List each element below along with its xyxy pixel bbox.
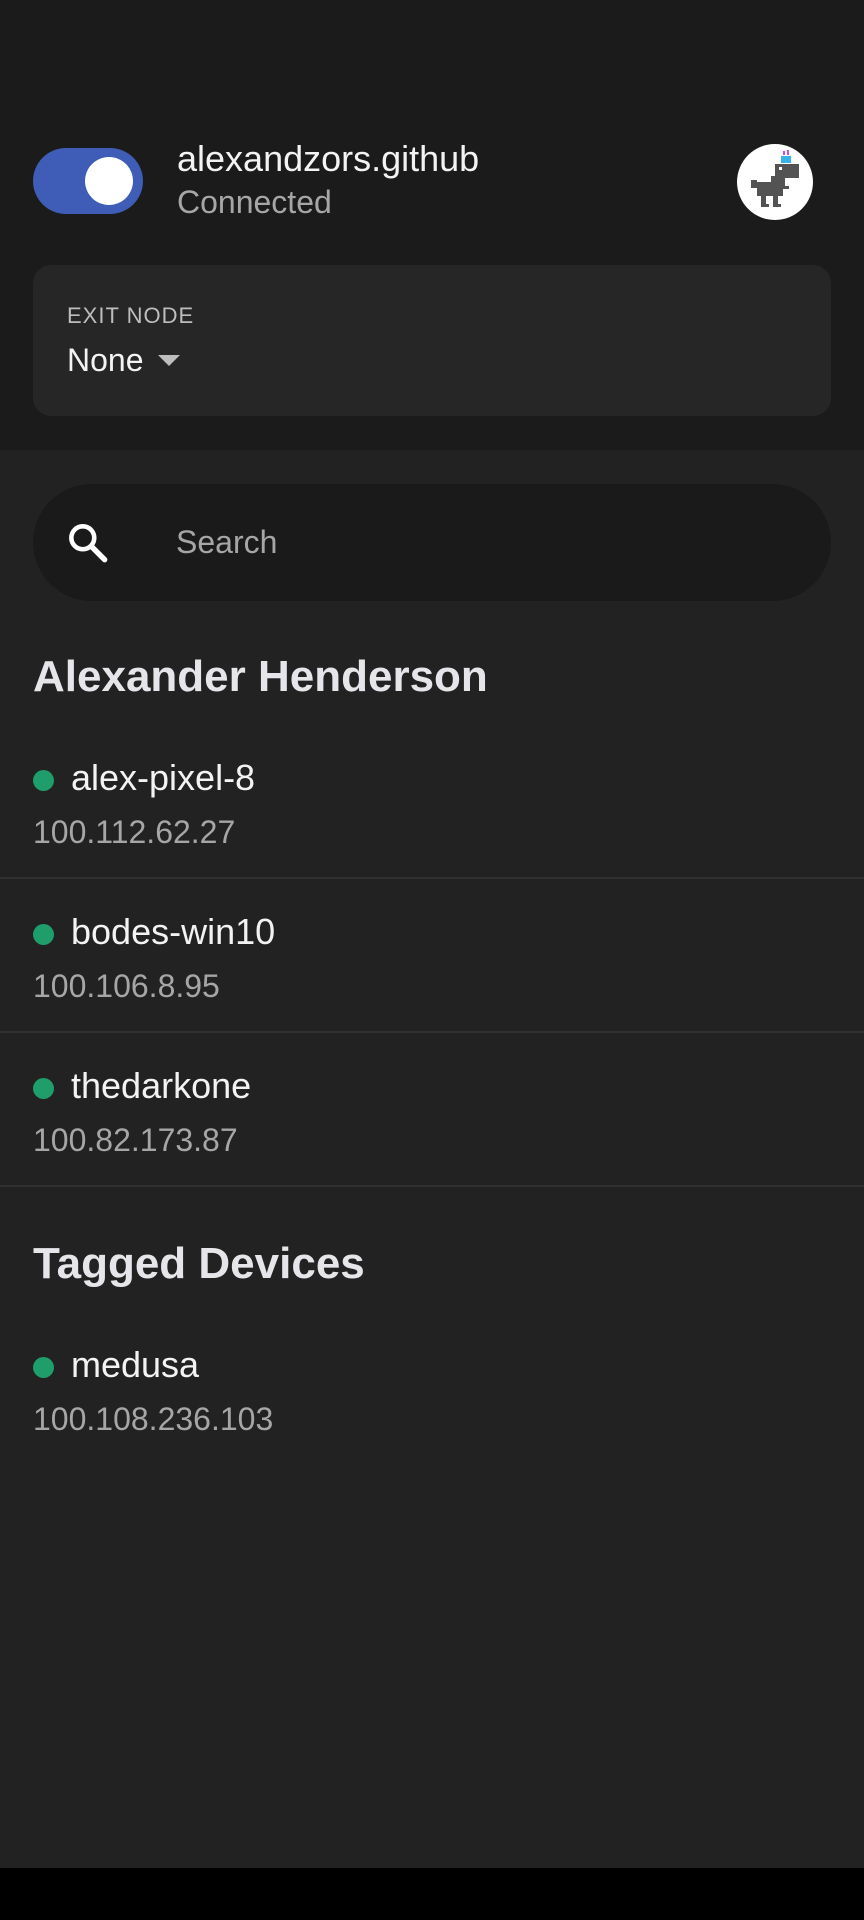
- section-title-owner: Alexander Henderson: [33, 652, 488, 701]
- device-row[interactable]: alex-pixel-8 100.112.62.27: [0, 725, 864, 879]
- device-ip: 100.106.8.95: [33, 968, 220, 1004]
- online-status-dot: [33, 770, 54, 791]
- exit-node-value: None: [67, 341, 144, 378]
- device-ip: 100.108.236.103: [33, 1401, 274, 1437]
- exit-node-selector[interactable]: EXIT NODE None: [33, 265, 831, 416]
- search-icon: [69, 524, 108, 563]
- header-section: alexandzors.github Connected EXIT NODE N…: [0, 0, 864, 450]
- avatar[interactable]: [737, 144, 813, 220]
- connection-status: Connected: [177, 184, 332, 220]
- device-row[interactable]: medusa 100.108.236.103: [0, 1312, 864, 1466]
- device-name: medusa: [71, 1344, 200, 1385]
- device-name: alex-pixel-8: [71, 757, 256, 798]
- account-name: alexandzors.github: [177, 138, 480, 179]
- online-status-dot: [33, 1357, 54, 1378]
- exit-node-value-row: None: [67, 338, 180, 382]
- online-status-dot: [33, 1078, 54, 1099]
- caret-down-icon: [157, 354, 180, 366]
- device-name: thedarkone: [71, 1065, 252, 1106]
- app-screen: alexandzors.github Connected EXIT NODE N…: [0, 0, 864, 1868]
- device-row[interactable]: bodes-win10 100.106.8.95: [0, 879, 864, 1033]
- exit-node-label: EXIT NODE: [67, 303, 195, 328]
- online-status-dot: [33, 924, 54, 945]
- system-navigation-bar: [0, 1868, 864, 1920]
- search-bar[interactable]: [33, 484, 831, 601]
- dino-avatar-icon: [751, 150, 799, 207]
- vpn-toggle[interactable]: [33, 148, 143, 214]
- search-input[interactable]: [143, 484, 803, 601]
- device-ip: 100.82.173.87: [33, 1122, 238, 1158]
- section-title-tagged: Tagged Devices: [33, 1239, 365, 1288]
- toggle-knob: [85, 157, 133, 205]
- device-ip: 100.112.62.27: [33, 814, 236, 850]
- device-name: bodes-win10: [71, 911, 276, 952]
- device-row[interactable]: thedarkone 100.82.173.87: [0, 1033, 864, 1187]
